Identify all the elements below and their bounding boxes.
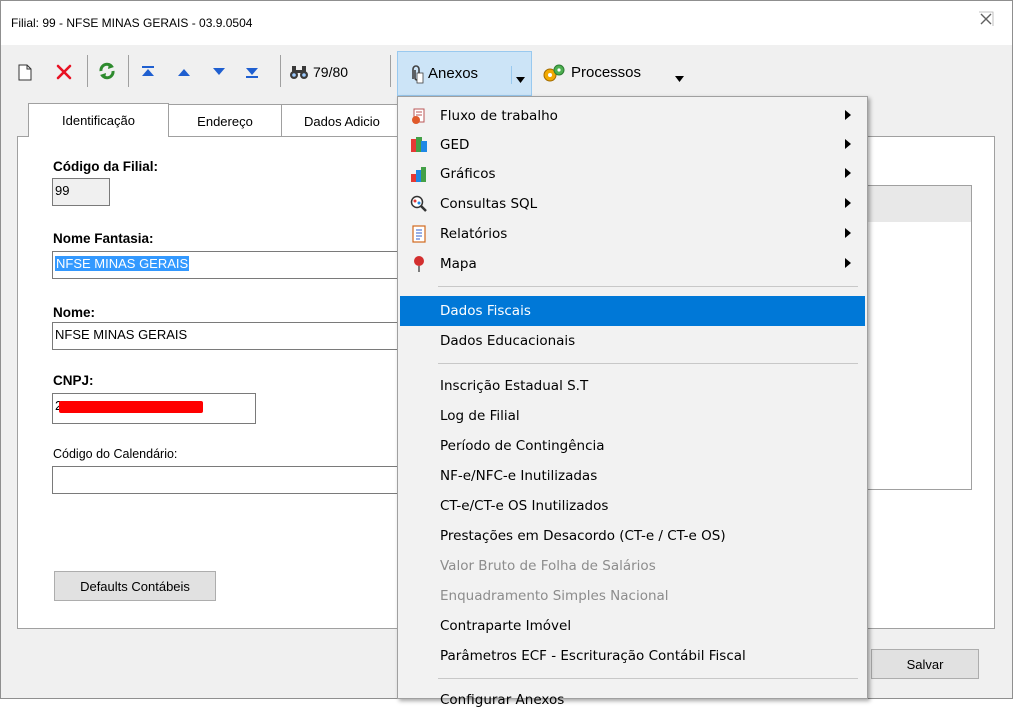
salvar-button[interactable]: Salvar — [871, 649, 979, 679]
menu-item-label: Enquadramento Simples Nacional — [440, 588, 669, 604]
menu-separator — [438, 678, 858, 679]
menu-item-label: NF-e/NFC-e Inutilizadas — [440, 468, 598, 484]
window-title: Filial: 99 - NFSE MINAS GERAIS - 03.9.05… — [11, 16, 253, 30]
anexos-dropdown-icon[interactable] — [516, 71, 525, 86]
menu-item-label: Prestações em Desacordo (CT-e / CT-e OS) — [440, 528, 726, 544]
anexos-label: Anexos — [428, 65, 479, 82]
nome-fantasia-value: NFSE MINAS GERAIS — [55, 256, 190, 271]
split-divider — [511, 66, 512, 84]
codigo-filial-field: 99 — [52, 178, 110, 206]
calendario-field[interactable] — [52, 466, 402, 494]
map-pin-icon — [410, 255, 428, 273]
menu-item-label: Período de Contingência — [440, 438, 605, 454]
toolbar-separator — [87, 55, 88, 87]
previous-record-icon[interactable] — [176, 63, 192, 81]
refresh-icon[interactable] — [96, 60, 118, 82]
sql-query-icon — [410, 195, 428, 213]
menu-item-parametros-ecf[interactable]: Parâmetros ECF - Escrituração Contábil F… — [400, 641, 865, 671]
tab-endereco[interactable]: Endereço — [168, 104, 282, 137]
report-icon — [410, 225, 428, 243]
submenu-arrow-icon — [845, 228, 851, 238]
menu-item-label: GED — [440, 137, 470, 153]
tab-dados-adicionais[interactable]: Dados Adicio — [281, 104, 411, 137]
menu-item-inscricao-estadual-st[interactable]: Inscrição Estadual S.T — [400, 371, 865, 401]
menu-item-configurar-anexos[interactable]: Configurar Anexos — [400, 685, 865, 715]
menu-item-contraparte-imovel[interactable]: Contraparte Imóvel — [400, 611, 865, 641]
binoculars-icon[interactable] — [288, 62, 310, 82]
menu-item-prestacoes-em-desacordo[interactable]: Prestações em Desacordo (CT-e / CT-e OS) — [400, 521, 865, 551]
menu-item-label: Mapa — [440, 256, 477, 272]
menu-item-graficos[interactable]: Gráficos — [400, 159, 865, 189]
close-icon[interactable] — [978, 11, 994, 32]
menu-item-valor-bruto-folha: Valor Bruto de Folha de Salários — [400, 551, 865, 581]
menu-item-label: CT-e/CT-e OS Inutilizados — [440, 498, 609, 514]
bar-chart-icon — [410, 165, 428, 183]
title-bar: Filial: 99 - NFSE MINAS GERAIS - 03.9.05… — [1, 1, 1012, 45]
submenu-arrow-icon — [845, 198, 851, 208]
menu-item-dados-educacionais[interactable]: Dados Educacionais — [400, 326, 865, 356]
toolbar-separator — [128, 55, 129, 87]
submenu-arrow-icon — [845, 168, 851, 178]
new-document-icon[interactable] — [16, 62, 34, 82]
defaults-contabeis-button[interactable]: Defaults Contábeis — [54, 571, 216, 601]
processos-dropdown-icon[interactable] — [675, 70, 684, 85]
menu-item-nfe-inutilizadas[interactable]: NF-e/NFC-e Inutilizadas — [400, 461, 865, 491]
menu-item-label: Dados Educacionais — [440, 333, 576, 349]
menu-item-label: Inscrição Estadual S.T — [440, 378, 589, 394]
record-counter: 79/80 — [313, 64, 349, 80]
submenu-arrow-icon — [845, 110, 851, 120]
menu-item-label: Contraparte Imóvel — [440, 618, 572, 634]
menu-item-label: Configurar Anexos — [440, 692, 565, 708]
menu-item-log-de-filial[interactable]: Log de Filial — [400, 401, 865, 431]
menu-item-cte-inutilizados[interactable]: CT-e/CT-e OS Inutilizados — [400, 491, 865, 521]
menu-separator — [438, 363, 858, 364]
next-record-icon[interactable] — [211, 63, 227, 81]
processos-button[interactable]: Processos — [538, 51, 693, 96]
processos-label: Processos — [571, 64, 642, 81]
toolbar-separator — [390, 55, 391, 87]
anexos-button[interactable]: Anexos — [397, 51, 532, 96]
cnpj-label: CNPJ: — [53, 373, 94, 388]
gears-icon — [542, 63, 566, 88]
menu-item-mapa[interactable]: Mapa — [400, 249, 865, 279]
submenu-arrow-icon — [845, 258, 851, 268]
menu-item-enquadramento-simples: Enquadramento Simples Nacional — [400, 581, 865, 611]
workflow-icon — [410, 107, 428, 125]
first-record-icon[interactable] — [139, 62, 157, 82]
nome-fantasia-label: Nome Fantasia: — [53, 231, 154, 246]
redaction-mark — [59, 401, 203, 413]
delete-icon[interactable] — [54, 62, 74, 82]
menu-item-label: Gráficos — [440, 166, 496, 182]
nome-label: Nome: — [53, 305, 96, 320]
menu-item-label: Fluxo de trabalho — [440, 108, 558, 124]
menu-separator — [438, 286, 858, 287]
last-record-icon[interactable] — [243, 62, 261, 82]
nome-field[interactable]: NFSE MINAS GERAIS — [52, 322, 402, 350]
menu-item-label: Consultas SQL — [440, 196, 538, 212]
menu-item-label: Relatórios — [440, 226, 508, 242]
nome-fantasia-field[interactable]: NFSE MINAS GERAIS — [52, 251, 402, 279]
menu-item-periodo-de-contingencia[interactable]: Período de Contingência — [400, 431, 865, 461]
menu-item-label: Parâmetros ECF - Escrituração Contábil F… — [440, 648, 746, 664]
menu-item-relatorios[interactable]: Relatórios — [400, 219, 865, 249]
menu-item-label: Log de Filial — [440, 408, 520, 424]
menu-item-ged[interactable]: GED — [400, 130, 865, 160]
menu-item-label: Valor Bruto de Folha de Salários — [440, 558, 656, 574]
tab-identificacao[interactable]: Identificação — [28, 103, 169, 137]
menu-item-fluxo-de-trabalho[interactable]: Fluxo de trabalho — [400, 101, 865, 131]
ged-icon — [410, 136, 428, 154]
anexos-menu: Fluxo de trabalho GED Gráficos Consultas… — [397, 96, 868, 708]
menu-item-label: Dados Fiscais — [440, 303, 531, 319]
cnpj-field[interactable]: 2 — [52, 393, 256, 424]
menu-item-consultas-sql[interactable]: Consultas SQL — [400, 189, 865, 219]
toolbar-separator — [280, 55, 281, 87]
submenu-arrow-icon — [845, 139, 851, 149]
menu-item-dados-fiscais[interactable]: Dados Fiscais — [400, 296, 865, 326]
calendario-label: Código do Calendário: — [53, 447, 178, 461]
paperclip-icon — [408, 64, 424, 87]
codigo-filial-label: Código da Filial: — [53, 159, 158, 174]
